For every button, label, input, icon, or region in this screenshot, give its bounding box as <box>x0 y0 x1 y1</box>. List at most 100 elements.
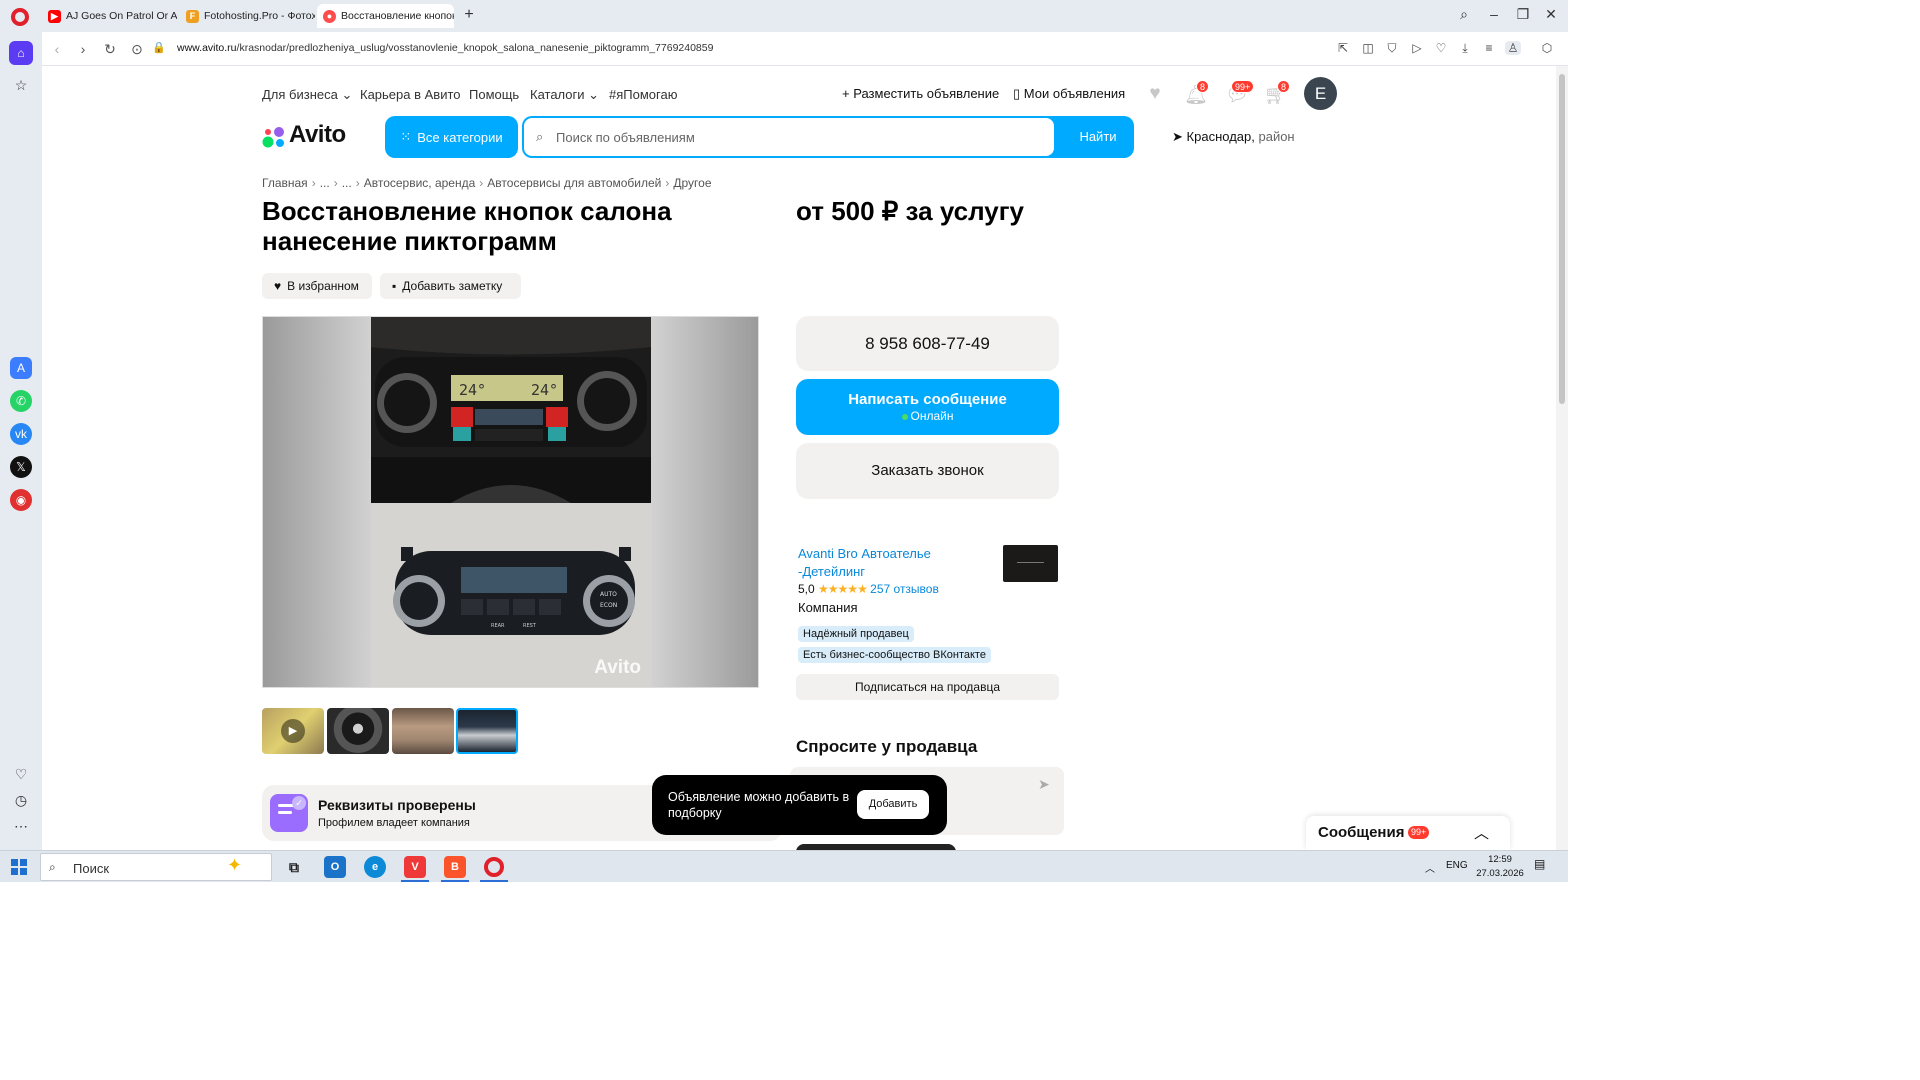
close-window-icon[interactable]: ✕ <box>1541 6 1561 23</box>
url-field[interactable]: www.avito.ru/krasnodar/predlozheniya_usl… <box>177 42 713 54</box>
photo-gallery[interactable]: 24° 24° AUTO ECON REAR REST Avito <box>262 316 759 688</box>
chevron-up-icon[interactable]: ︿ <box>1474 822 1489 843</box>
svg-text:24°: 24° <box>531 381 558 399</box>
request-call-button[interactable]: Заказать звонок <box>796 443 1059 499</box>
share-icon[interactable]: ⇱ <box>1335 41 1351 55</box>
seller-name-link[interactable]: Avanti Bro Автоателье -Детейлинг <box>798 545 958 581</box>
subscribe-button[interactable]: Подписаться на продавца <box>796 674 1059 700</box>
search-input[interactable] <box>524 118 1054 156</box>
thumbnail-photo-selected[interactable] <box>456 708 518 754</box>
breadcrumb-item[interactable]: ... <box>342 176 352 190</box>
camera-icon[interactable]: ◫ <box>1360 41 1376 55</box>
add-note-button[interactable]: ▪ Добавить заметку <box>380 273 521 299</box>
avatar[interactable]: E <box>1304 77 1337 110</box>
ask-seller-heading: Спросите у продавца <box>796 737 978 756</box>
edge-icon[interactable]: e <box>364 856 386 878</box>
thumbnail-video[interactable]: ▶ <box>262 708 324 754</box>
clock[interactable]: 12:59 27.03.2026 <box>1474 853 1526 881</box>
link-help[interactable]: Помощь <box>469 87 519 102</box>
toast-add-button[interactable]: Добавить <box>857 790 929 819</box>
tab-avito[interactable]: ● Восстановление кнопок × <box>317 4 454 28</box>
reload-icon[interactable]: ↻ <box>101 41 119 58</box>
task-view-icon[interactable]: ⧉ <box>283 856 305 878</box>
easy-setup-icon[interactable]: ≡ <box>1481 41 1497 55</box>
location-selector[interactable]: ➤ Краснодар, район <box>1172 129 1295 145</box>
star-icon[interactable]: ☆ <box>11 77 31 94</box>
vivaldi-icon[interactable]: V <box>404 856 426 878</box>
link-ya-pomogayu[interactable]: #яПомогаю <box>609 87 677 102</box>
tab-fotohosting[interactable]: F Fotohosting.Pro - Фотохо <box>180 4 315 28</box>
breadcrumb-item[interactable]: Автосервисы для автомобилей <box>487 176 661 190</box>
back-icon[interactable]: ‹ <box>48 41 66 57</box>
music-player-icon[interactable]: ◉ <box>10 489 32 511</box>
breadcrumb-item[interactable]: Другое <box>673 176 711 190</box>
svg-text:REST: REST <box>523 623 537 629</box>
aria-icon[interactable]: A <box>10 357 32 379</box>
profile-icon[interactable]: ♙ <box>1505 41 1521 55</box>
history-icon[interactable]: ◷ <box>11 792 31 809</box>
opera-icon[interactable] <box>484 857 504 877</box>
search-tabs-icon[interactable]: ⌕ <box>1454 6 1474 23</box>
favorite-button[interactable]: ♥ В избранном <box>262 273 372 299</box>
plus-icon: + <box>842 86 850 101</box>
online-dot-icon <box>901 414 908 420</box>
heart-icon[interactable]: ♡ <box>11 766 31 783</box>
taskbar-search[interactable]: ⌕ Поиск ✦ <box>40 853 272 881</box>
favorites-heart-icon[interactable]: ♥ <box>1143 83 1167 105</box>
main-photo[interactable]: 24° 24° AUTO ECON REAR REST Avito <box>371 317 651 687</box>
breadcrumb-item[interactable]: Автосервис, аренда <box>364 176 476 190</box>
extensions-icon[interactable]: ⬡ <box>1539 41 1555 55</box>
bookmark-heart-icon[interactable]: ♡ <box>1433 41 1449 55</box>
more-icon[interactable]: ⋯ <box>11 818 31 835</box>
home-icon[interactable]: ⌂ <box>9 41 33 65</box>
scrollbar-thumb[interactable] <box>1559 74 1565 404</box>
outlook-icon[interactable]: O <box>324 856 346 878</box>
adblock-icon[interactable]: ⛉ <box>1384 41 1400 56</box>
minimize-icon[interactable]: – <box>1484 6 1504 22</box>
breadcrumb-item[interactable]: ... <box>320 176 330 190</box>
link-catalogs[interactable]: Каталоги ⌄ <box>530 87 599 103</box>
new-tab-button[interactable]: + <box>460 6 478 24</box>
location-pin-icon[interactable]: ⊙ <box>128 41 146 58</box>
brave-icon[interactable]: B <box>444 856 466 878</box>
seller-type: Компания <box>798 600 858 615</box>
avito-logo-icon[interactable] <box>262 126 286 148</box>
reviews-link[interactable]: 257 отзывов <box>870 582 939 596</box>
opera-menu-icon[interactable] <box>11 8 29 26</box>
link-business[interactable]: Для бизнеса ⌄ <box>262 87 352 103</box>
notifications-icon[interactable]: ▤ <box>1534 857 1545 871</box>
messages-widget[interactable]: Сообщения 99+ ︿ <box>1306 816 1510 850</box>
post-ad-link[interactable]: + Разместить объявление <box>842 86 999 101</box>
svg-text:ECON: ECON <box>600 602 617 609</box>
write-message-button[interactable]: Написать сообщение Онлайн <box>796 379 1059 435</box>
post-ad-label: Разместить объявление <box>853 86 1000 101</box>
browser-tab-bar: ▶ AJ Goes On Patrol Or AJ S F Fotohostin… <box>0 0 1568 32</box>
forward-icon[interactable]: › <box>74 41 92 57</box>
link-career[interactable]: Карьера в Авито <box>360 87 461 102</box>
seller-logo[interactable] <box>1003 545 1058 582</box>
download-icon[interactable]: ⤓ <box>1457 41 1473 56</box>
thumbnail-photo[interactable] <box>327 708 389 754</box>
whatsapp-icon[interactable]: ✆ <box>10 390 32 412</box>
fotohosting-icon: F <box>186 9 199 23</box>
x-icon[interactable]: 𝕏 <box>10 456 32 478</box>
maximize-icon[interactable]: ❐ <box>1513 6 1533 23</box>
player-icon[interactable]: ▷ <box>1409 41 1425 55</box>
breadcrumb-item[interactable]: Главная <box>262 176 308 190</box>
send-icon[interactable]: ➤ <box>1038 776 1050 793</box>
lock-icon[interactable]: 🔒 <box>150 41 168 54</box>
tray-chevron-icon[interactable]: ︿ <box>1425 860 1435 875</box>
windows-start-icon[interactable] <box>11 859 27 875</box>
vk-icon[interactable]: vk <box>10 423 32 445</box>
search-button[interactable]: Найти <box>1062 116 1134 158</box>
tab-youtube[interactable]: ▶ AJ Goes On Patrol Or AJ S <box>42 4 177 28</box>
all-categories-button[interactable]: ⁙ Все категории <box>385 116 518 158</box>
avito-logo-text[interactable]: Avito <box>289 121 346 149</box>
page-scrollbar[interactable] <box>1556 66 1568 850</box>
messages-badge: 99+ <box>1231 80 1255 93</box>
phone-button[interactable]: 8 958 608-77-49 <box>796 316 1059 371</box>
thumbnail-photo[interactable] <box>392 708 454 754</box>
address-bar: ‹ › ↻ ⊙ 🔒 www.avito.ru/krasnodar/predloz… <box>42 32 1568 66</box>
my-ads-link[interactable]: ▯ Мои объявления <box>1013 86 1125 102</box>
language-indicator[interactable]: ENG <box>1446 860 1468 871</box>
